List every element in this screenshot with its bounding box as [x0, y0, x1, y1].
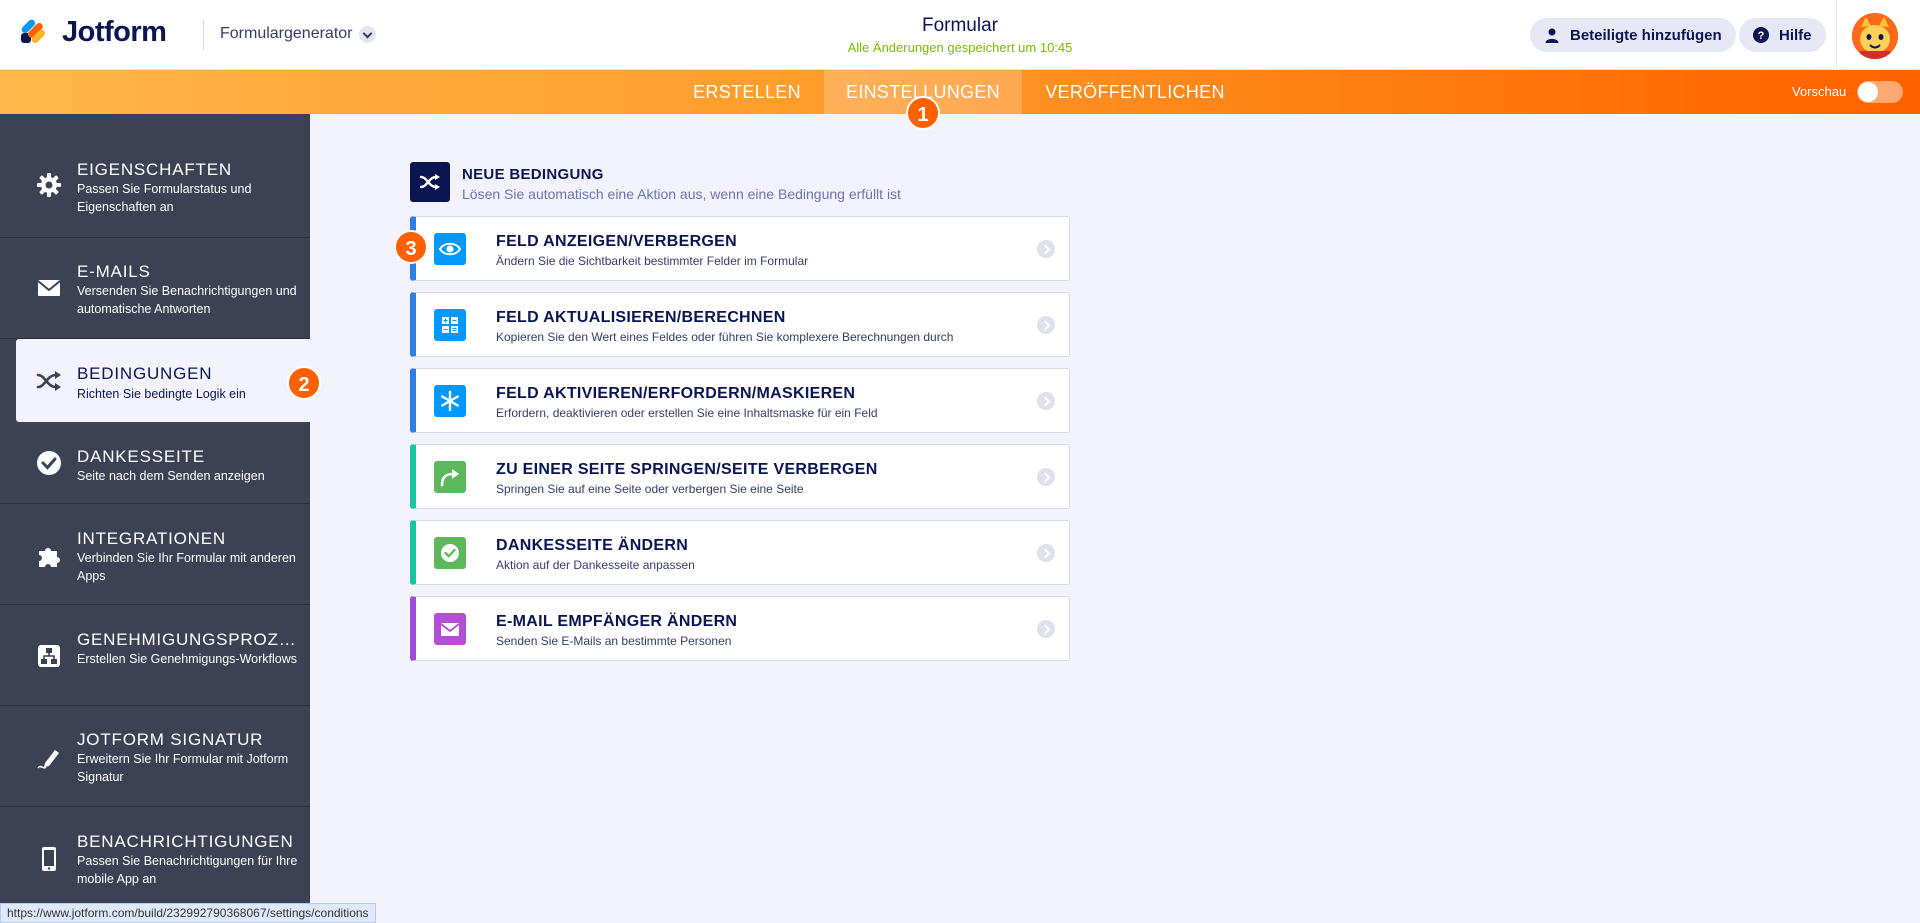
user-icon	[1545, 28, 1559, 43]
sidebar-item-title: DANKESSEITE	[77, 447, 205, 466]
card-title: E-MAIL EMPFÄNGER ÄNDERN	[496, 613, 738, 630]
add-participants-label: Beteiligte hinzufügen	[1570, 26, 1722, 44]
preview-toggle[interactable]	[1857, 81, 1903, 103]
sidebar-item-desc: Versenden Sie Benachrichtigungen und aut…	[77, 284, 297, 316]
asterisk-icon	[434, 385, 466, 417]
sidebar-item-signature[interactable]: JOTFORM SIGNATUR Erweitern Sie Ihr Formu…	[0, 706, 310, 807]
card-desc: Aktion auf der Dankesseite anpassen	[496, 558, 695, 572]
preview-label: Vorschau	[1792, 84, 1847, 99]
check-circle-icon	[37, 451, 61, 475]
sidebar-item-title: E-MAILS	[77, 262, 151, 281]
sidebar-item-desc: Verbinden Sie Ihr Formular mit anderen A…	[77, 551, 296, 583]
chevron-right-icon	[1037, 468, 1055, 486]
chevron-right-icon	[1037, 620, 1055, 638]
chevron-down-icon	[358, 25, 376, 43]
chevron-right-icon	[1037, 316, 1055, 334]
add-participants-button[interactable]: Beteiligte hinzufügen	[1530, 18, 1736, 52]
chevron-right-icon	[1037, 240, 1055, 258]
step-marker-3: 3	[394, 230, 428, 264]
card-title: FELD AKTUALISIEREN/BERECHNEN	[496, 309, 786, 326]
svg-text:?: ?	[1758, 30, 1765, 42]
sidebar-item-approvals[interactable]: GENEHMIGUNGSPROZES... Erstellen Sie Gene…	[0, 605, 310, 706]
toggle-knob	[1858, 82, 1878, 102]
settings-sidebar: EIGENSCHAFTEN Passen Sie Formularstatus …	[0, 114, 310, 923]
jotform-logo[interactable]: Jotform	[18, 16, 167, 49]
sidebar-item-title: JOTFORM SIGNATUR	[77, 730, 264, 749]
sidebar-item-desc: Richten Sie bedingte Logik ein	[77, 387, 246, 401]
sidebar-item-desc: Passen Sie Benachrichtigungen für Ihre m…	[77, 854, 298, 886]
avatar-image	[1852, 13, 1898, 59]
workflow-icon	[38, 645, 60, 667]
sidebar-item-desc: Passen Sie Formularstatus und Eigenschaf…	[77, 182, 252, 214]
card-desc: Erfordern, deaktivieren oder erstellen S…	[496, 406, 878, 420]
divider	[203, 20, 204, 50]
card-desc: Springen Sie auf eine Seite oder verberg…	[496, 482, 804, 496]
builder-dropdown[interactable]: Formulargenerator	[220, 25, 376, 43]
condition-card-show-hide[interactable]: FELD ANZEIGEN/VERBERGEN Ändern Sie die S…	[410, 216, 1070, 281]
sidebar-item-title: BEDINGUNGEN	[77, 364, 213, 383]
divider	[1836, 0, 1837, 70]
card-title: DANKESSEITE ÄNDERN	[496, 537, 689, 554]
sidebar-item-conditions[interactable]: BEDINGUNGEN Richten Sie bedingte Logik e…	[16, 339, 310, 422]
sidebar-item-title: EIGENSCHAFTEN	[77, 160, 232, 179]
card-title: ZU EINER SEITE SPRINGEN/SEITE VERBERGEN	[496, 461, 878, 478]
sidebar-item-title: GENEHMIGUNGSPROZES...	[77, 630, 305, 649]
builder-label: Formulargenerator	[220, 25, 353, 42]
chevron-right-icon	[1037, 544, 1055, 562]
redirect-arrow-icon	[434, 461, 466, 493]
card-title: FELD ANZEIGEN/VERBERGEN	[496, 233, 737, 250]
puzzle-icon	[39, 548, 60, 567]
condition-card-change-email-recipient[interactable]: E-MAIL EMPFÄNGER ÄNDERN Senden Sie E-Mai…	[410, 596, 1070, 661]
status-bar-url: https://www.jotform.com/build/2329927903…	[0, 903, 376, 923]
card-desc: Senden Sie E-Mails an bestimmte Personen	[496, 634, 732, 648]
new-condition-desc: Lösen Sie automatisch eine Aktion aus, w…	[462, 186, 901, 202]
condition-card-skip-hide-page[interactable]: ZU EINER SEITE SPRINGEN/SEITE VERBERGEN …	[410, 444, 1070, 509]
card-desc: Kopieren Sie den Wert eines Feldes oder …	[496, 330, 954, 344]
jotform-logo-icon	[21, 19, 46, 43]
envelope-icon	[37, 280, 61, 296]
top-bar: Jotform Formulargenerator Formular Alle …	[0, 0, 1920, 70]
condition-card-enable-require-mask[interactable]: FELD AKTIVIEREN/ERFORDERN/MASKIEREN Erfo…	[410, 368, 1070, 433]
card-desc: Ändern Sie die Sichtbarkeit bestimmter F…	[496, 254, 809, 268]
sidebar-item-desc: Erweitern Sie Ihr Formular mit Jotform S…	[77, 752, 289, 784]
main-nav: ERSTELLEN EINSTELLUNGEN VERÖFFENTLICHEN …	[0, 70, 1920, 114]
logo-text: Jotform	[62, 16, 167, 48]
avatar[interactable]	[1852, 13, 1898, 59]
check-badge-icon	[434, 537, 466, 569]
pen-icon	[37, 750, 59, 769]
help-icon: ?	[1753, 27, 1769, 43]
condition-card-update-calculate[interactable]: FELD AKTUALISIEREN/BERECHNEN Kopieren Si…	[410, 292, 1070, 357]
condition-card-change-thankyou[interactable]: DANKESSEITE ÄNDERN Aktion auf der Dankes…	[410, 520, 1070, 585]
shuffle-icon	[36, 371, 61, 391]
sidebar-item-emails[interactable]: E-MAILS Versenden Sie Benachrichtigungen…	[0, 238, 310, 339]
sidebar-item-properties[interactable]: EIGENSCHAFTEN Passen Sie Formularstatus …	[0, 114, 310, 238]
step-marker-1: 1	[906, 96, 940, 130]
help-label: Hilfe	[1779, 26, 1812, 44]
sidebar-item-thankyou[interactable]: DANKESSEITE Seite nach dem Senden anzeig…	[0, 422, 310, 504]
shuffle-icon	[410, 162, 450, 202]
sidebar-item-desc: Seite nach dem Senden anzeigen	[77, 469, 265, 483]
gear-icon	[37, 173, 61, 197]
mail-icon	[434, 613, 466, 645]
chevron-right-icon	[1037, 392, 1055, 410]
tab-publish[interactable]: VERÖFFENTLICHEN	[1032, 70, 1238, 114]
step-marker-2: 2	[287, 366, 321, 400]
tab-create[interactable]: ERSTELLEN	[681, 70, 813, 114]
eye-icon	[434, 233, 466, 265]
help-button[interactable]: ? Hilfe	[1739, 18, 1826, 52]
sidebar-item-title: BENACHRICHTIGUNGEN	[77, 832, 294, 851]
mobile-icon	[42, 847, 56, 871]
calculator-icon	[434, 309, 466, 341]
new-condition-title: NEUE BEDINGUNG	[462, 166, 604, 183]
sidebar-item-integrations[interactable]: INTEGRATIONEN Verbinden Sie Ihr Formular…	[0, 504, 310, 605]
card-title: FELD AKTIVIEREN/ERFORDERN/MASKIEREN	[496, 385, 856, 402]
sidebar-item-title: INTEGRATIONEN	[77, 529, 226, 548]
sidebar-item-desc: Erstellen Sie Genehmigungs-Workflows	[77, 652, 298, 666]
